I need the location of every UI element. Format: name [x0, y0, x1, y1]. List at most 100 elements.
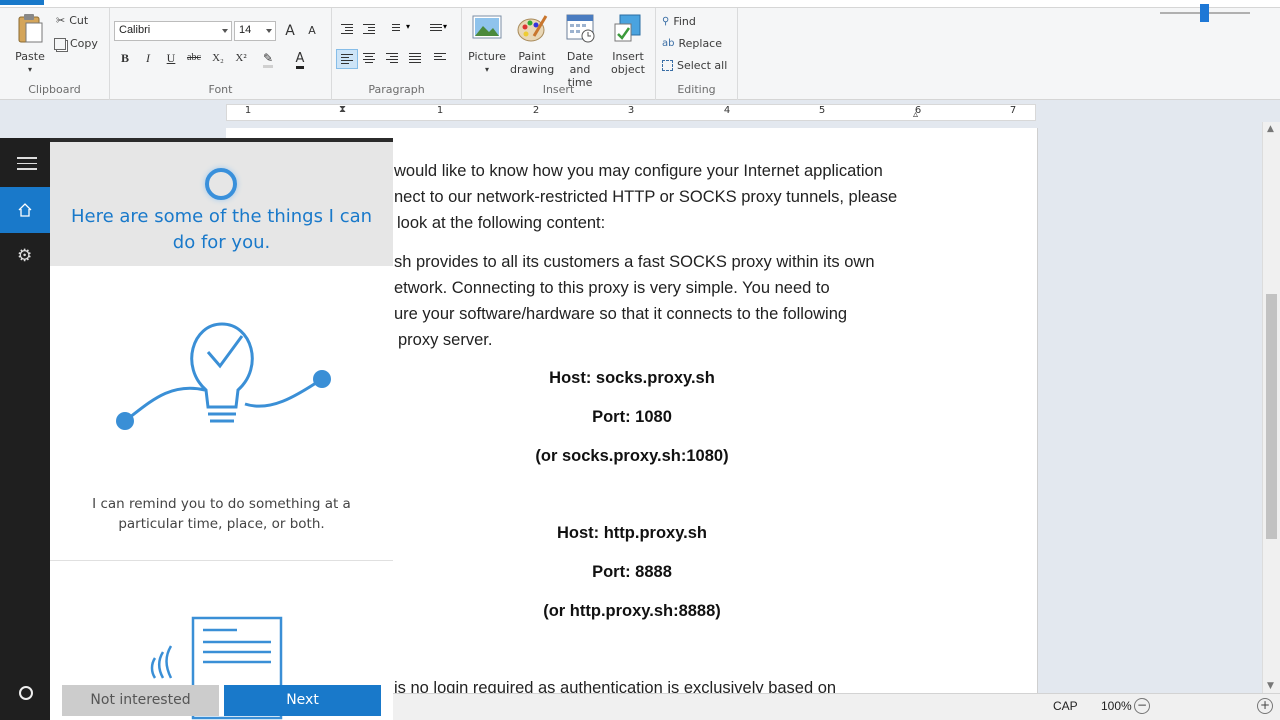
lightbulb-reminder-icon [116, 322, 331, 430]
doc-paragraph-line: sh provides to all its customers a fast … [394, 253, 875, 271]
select-all-icon [662, 60, 673, 71]
decrease-indent-icon [341, 24, 353, 36]
cortana-title: Here are some of the things I can do for… [70, 206, 373, 253]
cut-label: Cut [69, 14, 89, 27]
font-family-select[interactable]: Calibri [114, 21, 232, 41]
replace-icon: ab [662, 38, 675, 49]
paint-drawing-button[interactable]: Paint drawing [510, 12, 554, 76]
replace-button[interactable]: ab Replace [662, 37, 722, 50]
chevron-down-icon: ▾ [443, 22, 448, 31]
left-indent-marker[interactable]: ⧗ [339, 104, 346, 115]
zoom-out-button[interactable]: − [1134, 698, 1150, 714]
home-button[interactable] [0, 187, 50, 233]
file-tab-indicator[interactable] [0, 0, 44, 5]
font-size-value: 14 [239, 24, 252, 36]
settings-button[interactable]: ⚙ [0, 234, 50, 280]
align-center-button[interactable] [359, 49, 381, 69]
scroll-down-icon[interactable]: ▼ [1267, 681, 1274, 691]
cortana-content: Here are some of the things I can do for… [50, 142, 393, 720]
ruler-number: 4 [723, 105, 731, 116]
zoom-slider-thumb[interactable] [1200, 4, 1209, 22]
date-time-button[interactable]: Date and time [556, 12, 604, 89]
cortana-header: Here are some of the things I can do for… [50, 142, 393, 266]
align-left-button[interactable] [336, 49, 358, 69]
doc-paragraph-line: etwork. Connecting to this proxy is very… [394, 279, 830, 297]
binoculars-icon: ⚲ [662, 16, 670, 27]
doc-paragraph-line: look at the following content: [397, 214, 606, 232]
paste-label: Paste [15, 50, 45, 63]
picture-label: Picture [468, 50, 506, 63]
doc-paragraph-line: would like to know how you may configure… [394, 162, 883, 180]
cortana-circle-icon [19, 686, 33, 700]
hamburger-menu-button[interactable] [0, 140, 50, 186]
next-button[interactable]: Next [224, 685, 381, 716]
select-all-label: Select all [677, 59, 728, 72]
align-right-button[interactable] [382, 49, 404, 69]
cortana-panel: ⚙ Here are some of the things I can do f… [0, 138, 393, 720]
ribbon: Paste ▾ ✂ Cut Copy Clipboard Calibri 14 A… [0, 8, 1280, 100]
date-time-label-1: Date and [566, 50, 594, 76]
find-button[interactable]: ⚲ Find [662, 15, 696, 28]
underline-button[interactable]: U [161, 48, 181, 68]
paragraph-settings-button[interactable] [430, 49, 452, 69]
increase-indent-icon [363, 24, 375, 36]
bullet-list-icon [388, 24, 400, 33]
font-group: Calibri 14 A A B I U abc X₂ X² ✎ A Font [110, 8, 332, 100]
chevron-down-icon: ▾ [484, 65, 489, 74]
line-spacing-button[interactable]: ▾ [422, 20, 450, 40]
scroll-thumb[interactable] [1266, 294, 1277, 539]
font-color-button[interactable]: A [290, 48, 310, 69]
editing-group-label: Editing [677, 83, 716, 96]
select-all-button[interactable]: Select all [662, 59, 727, 72]
paragraph-group: ▾ ▾ Paragraph [332, 8, 462, 100]
strikethrough-button[interactable]: abc [184, 48, 204, 68]
title-strip [0, 0, 1280, 8]
scroll-up-icon[interactable]: ▲ [1267, 124, 1274, 134]
cortana-divider [50, 560, 393, 561]
line-spacing-icon [430, 24, 442, 33]
copy-icon [54, 37, 66, 50]
decrease-indent-button[interactable] [337, 20, 359, 40]
paste-icon [18, 14, 43, 43]
cut-button[interactable]: ✂ Cut [56, 14, 88, 27]
paste-button[interactable]: Paste ▾ [10, 12, 50, 76]
paragraph-group-label: Paragraph [368, 83, 425, 96]
superscript-button[interactable]: X² [231, 48, 251, 68]
insert-object-button[interactable]: Insert object [606, 12, 650, 76]
increase-indent-button[interactable] [359, 20, 381, 40]
ruler-number: 1 [436, 105, 444, 116]
chevron-down-icon [266, 29, 272, 33]
copy-button[interactable]: Copy [54, 37, 98, 50]
chevron-down-icon: ▾ [406, 22, 411, 31]
shrink-font-button[interactable]: A [302, 21, 322, 41]
scissors-icon: ✂ [56, 14, 66, 27]
gear-icon: ⚙ [17, 246, 33, 266]
picture-button[interactable]: Picture ▾ [466, 12, 508, 76]
paint-palette-icon [517, 15, 548, 42]
highlight-button[interactable]: ✎ [258, 48, 278, 68]
caps-lock-indicator: CAP [1053, 699, 1078, 713]
chevron-down-icon [222, 29, 228, 33]
zoom-level: 100% [1101, 699, 1132, 713]
justify-button[interactable] [405, 49, 427, 69]
grow-font-button[interactable]: A [280, 21, 300, 41]
ruler-number: 1 [244, 105, 252, 116]
bold-button[interactable]: B [115, 48, 135, 68]
copy-label: Copy [70, 37, 98, 50]
chevron-down-icon: ▾ [27, 65, 32, 74]
italic-button[interactable]: I [138, 48, 158, 68]
right-indent-marker[interactable]: ▵ [913, 109, 918, 120]
subscript-button[interactable]: X₂ [208, 48, 228, 68]
replace-label: Replace [678, 37, 722, 50]
bullets-button[interactable]: ▾ [384, 20, 414, 40]
font-size-select[interactable]: 14 [234, 21, 276, 41]
justify-icon [409, 53, 421, 65]
font-color-icon: A [295, 51, 305, 69]
zoom-in-button[interactable]: + [1257, 698, 1273, 714]
align-center-icon [363, 53, 375, 65]
cortana-ring-icon [205, 168, 237, 200]
not-interested-button[interactable]: Not interested [62, 685, 219, 716]
font-group-label: Font [208, 83, 233, 96]
vertical-scrollbar[interactable]: ▲ ▼ [1262, 122, 1280, 693]
cortana-search-button[interactable] [0, 670, 50, 716]
